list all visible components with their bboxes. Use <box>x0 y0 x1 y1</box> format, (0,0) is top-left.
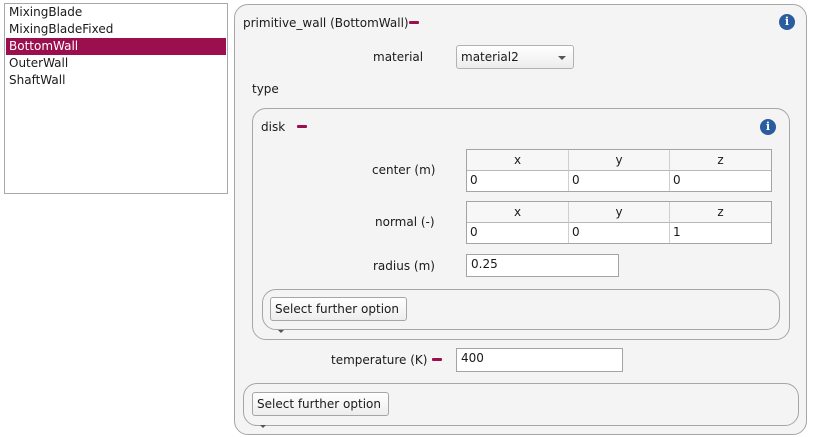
list-item-mixingblade[interactable]: MixingBlade <box>6 4 226 21</box>
temperature-input[interactable]: 400 <box>456 348 623 372</box>
material-label: material <box>373 50 424 64</box>
normal-table: x y z 0 0 1 <box>466 201 772 244</box>
disk-select-further-option-button[interactable]: Select further option <box>270 297 407 333</box>
further-option-label: Select further option <box>257 397 381 411</box>
center-header-z: z <box>670 150 771 171</box>
disk-title: disk <box>261 120 286 134</box>
list-item-outerwall[interactable]: OuterWall <box>6 55 226 72</box>
remove-disk-button[interactable] <box>295 119 309 133</box>
list-item-mixingbladefixed[interactable]: MixingBladeFixed <box>6 21 226 38</box>
minus-icon <box>295 119 309 133</box>
center-table: x y z 0 0 0 <box>466 149 772 192</box>
normal-label: normal (-) <box>375 215 435 229</box>
chevron-down-icon <box>260 425 266 428</box>
remove-wall-button[interactable] <box>407 15 421 29</box>
radius-input[interactable]: 0.25 <box>466 254 619 277</box>
temperature-label: temperature (K) <box>331 353 428 367</box>
center-z-cell[interactable]: 0 <box>670 171 771 191</box>
disk-further-option-label: Select further option <box>275 302 399 316</box>
info-icon[interactable]: i <box>779 14 795 30</box>
material-value: material2 <box>461 50 519 64</box>
minus-icon <box>407 15 421 29</box>
chevron-down-icon <box>558 56 566 60</box>
center-label: center (m) <box>372 163 436 177</box>
info-icon[interactable]: i <box>760 119 776 135</box>
chevron-down-icon <box>278 330 284 333</box>
center-header-x: x <box>467 150 569 171</box>
center-header-y: y <box>569 150 670 171</box>
center-x-cell[interactable]: 0 <box>467 171 569 191</box>
center-y-cell[interactable]: 0 <box>569 171 670 191</box>
panel-title: primitive_wall (BottomWall) <box>243 16 409 30</box>
normal-x-cell[interactable]: 0 <box>467 223 569 243</box>
radius-label: radius (m) <box>373 259 435 273</box>
material-select[interactable]: material2 <box>456 45 574 69</box>
select-further-option-button[interactable]: Select further option <box>252 392 389 428</box>
remove-temperature-button[interactable] <box>430 352 444 366</box>
normal-header-x: x <box>467 202 569 223</box>
normal-z-cell[interactable]: 1 <box>670 223 771 243</box>
type-label: type <box>252 82 279 96</box>
boundary-list[interactable]: MixingBlade MixingBladeFixed BottomWall … <box>4 3 228 194</box>
list-item-bottomwall[interactable]: BottomWall <box>6 38 226 55</box>
normal-y-cell[interactable]: 0 <box>569 223 670 243</box>
list-item-shaftwall[interactable]: ShaftWall <box>6 72 226 89</box>
normal-header-z: z <box>670 202 771 223</box>
normal-header-y: y <box>569 202 670 223</box>
minus-icon <box>430 352 444 366</box>
